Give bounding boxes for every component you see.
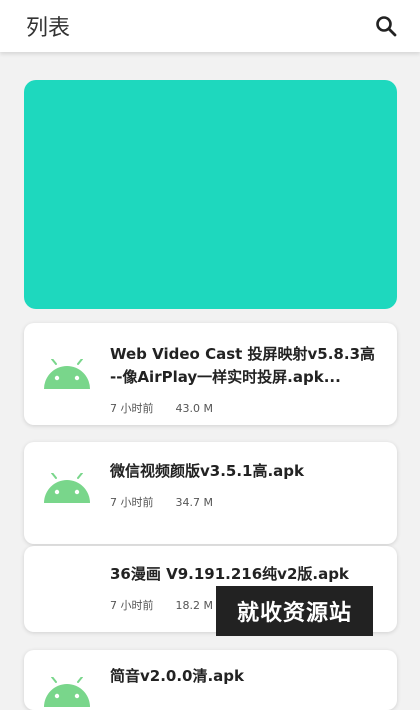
- android-icon: [44, 359, 90, 389]
- file-meta: 7 小时前 43.0 M: [110, 400, 213, 416]
- file-time: 7 小时前: [110, 402, 154, 415]
- file-name: 微信视频颜版v3.5.1高.apk: [110, 462, 305, 480]
- page-title: 列表: [26, 16, 71, 41]
- watermark: 就收资源站: [216, 586, 373, 636]
- file-time: 7 小时前: [110, 599, 154, 612]
- list-item[interactable]: 简音v2.0.0清.apk: [24, 650, 397, 710]
- file-name: 简音v2.0.0清.apk: [110, 667, 245, 685]
- file-name: 36漫画 V9.191.216纯v2版.apk: [110, 565, 349, 583]
- android-icon: [44, 677, 90, 707]
- file-meta: 7 小时前 34.7 M: [110, 494, 213, 510]
- search-icon: [376, 16, 397, 37]
- file-size: 18.2 M: [175, 599, 213, 612]
- file-time: 7 小时前: [110, 496, 154, 509]
- file-size: 43.0 M: [175, 402, 213, 415]
- file-meta: 7 小时前 18.2 M: [110, 597, 213, 613]
- search-button[interactable]: [372, 12, 400, 40]
- file-size: 34.7 M: [175, 496, 213, 509]
- list-item[interactable]: Web Video Cast 投屏映射v5.8.3高 --像AirPlay一样实…: [24, 323, 397, 425]
- list-item[interactable]: 微信视频颜版v3.5.1高.apk 7 小时前 34.7 M: [24, 442, 397, 544]
- banner[interactable]: [24, 80, 397, 309]
- android-icon: [44, 473, 90, 503]
- app-bar: 列表: [0, 0, 420, 52]
- file-name: Web Video Cast 投屏映射v5.8.3高 --像AirPlay一样实…: [110, 345, 376, 386]
